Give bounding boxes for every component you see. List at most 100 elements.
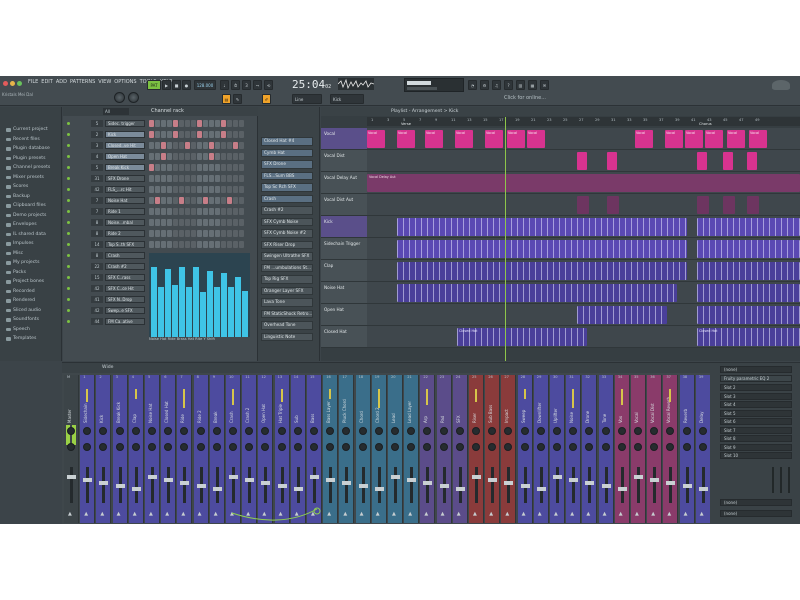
draw-tool-icon[interactable]: ✎ xyxy=(233,94,242,104)
stereo-knob[interactable] xyxy=(455,443,464,451)
output-select-1[interactable]: (none) xyxy=(720,499,792,506)
browser-item[interactable]: Soundfonts xyxy=(0,315,61,325)
step-button[interactable] xyxy=(161,131,166,138)
track-lane[interactable] xyxy=(367,216,800,238)
fader-cap[interactable] xyxy=(342,481,352,485)
channel-row[interactable]: 42 FLS_...rc Hit xyxy=(63,185,258,195)
step-button[interactable] xyxy=(239,186,244,193)
volume-fader[interactable] xyxy=(183,467,187,503)
channel-mixer-track[interactable]: 5 xyxy=(91,120,103,127)
step-button[interactable] xyxy=(197,230,202,237)
step-button[interactable] xyxy=(149,120,154,127)
browser-item[interactable]: Plugin presets xyxy=(0,154,61,164)
step-button[interactable] xyxy=(167,230,172,237)
mixer-track-name[interactable]: Master xyxy=(67,393,76,423)
fader-cap[interactable] xyxy=(148,475,157,479)
mixer-strip[interactable]: 28 Sweep ▲ xyxy=(517,375,533,523)
picker-item[interactable]: SFX Cymb Noise xyxy=(261,217,313,226)
track-lane[interactable] xyxy=(367,282,800,304)
paint-tool-icon[interactable]: ✐ xyxy=(262,94,271,104)
channel-name-button[interactable]: Noise Hat xyxy=(105,197,145,204)
track-header[interactable]: Vocal Dist Aut xyxy=(321,194,367,216)
pattern-clip[interactable] xyxy=(697,240,800,258)
stereo-knob[interactable] xyxy=(374,443,383,451)
channel-mixer-track[interactable]: 22 xyxy=(91,263,103,270)
step-button[interactable] xyxy=(227,153,232,160)
playhead[interactable] xyxy=(505,117,506,361)
route-arrow-icon[interactable]: ▲ xyxy=(408,511,412,517)
mixer-track-name[interactable]: Delay xyxy=(699,393,708,423)
step-button[interactable] xyxy=(197,164,202,171)
channel-name-button[interactable]: Swep..e SFX xyxy=(105,307,145,314)
picker-item[interactable]: Lava Tone xyxy=(261,298,313,307)
pan-knob[interactable] xyxy=(634,427,642,435)
mixer-strip[interactable]: 6 Closed Hat ▲ xyxy=(161,375,177,523)
menu-item-add[interactable]: ADD xyxy=(56,79,67,87)
step-button[interactable] xyxy=(185,230,190,237)
picker-item[interactable]: Linguistic Note xyxy=(261,332,313,341)
step-button[interactable] xyxy=(197,153,202,160)
pan-knob[interactable] xyxy=(115,427,124,435)
route-arrow-icon[interactable]: ▲ xyxy=(651,511,655,517)
volume-fader[interactable] xyxy=(377,467,381,503)
pattern-clip[interactable] xyxy=(697,284,800,302)
route-arrow-icon[interactable]: ▲ xyxy=(133,511,137,517)
step-button[interactable] xyxy=(167,153,172,160)
step-button[interactable] xyxy=(161,219,166,226)
channel-mute-led[interactable] xyxy=(67,199,70,202)
channel-mixer-track[interactable]: 15 xyxy=(91,274,103,281)
mixer-strip[interactable]: 5 Noise Hat ▲ xyxy=(145,375,160,523)
step-button[interactable] xyxy=(227,131,232,138)
mixer-track-name[interactable]: Vocal Dist xyxy=(650,393,659,423)
step-button[interactable] xyxy=(185,197,190,204)
mixer-strip[interactable]: 7 Ride ▲ xyxy=(177,375,193,523)
stereo-knob[interactable] xyxy=(229,443,237,451)
effect-slot[interactable]: Slot 10 xyxy=(720,452,792,459)
channel-mixer-track[interactable]: 8 xyxy=(91,219,103,226)
browser-item[interactable]: Scores xyxy=(0,182,61,192)
route-arrow-icon[interactable]: ▲ xyxy=(473,511,477,517)
browser-item[interactable]: Packs xyxy=(0,268,61,278)
pan-knob[interactable] xyxy=(391,427,399,435)
mixer-strip[interactable]: 9 Break ▲ xyxy=(209,375,225,523)
route-arrow-icon[interactable]: ▲ xyxy=(505,511,509,517)
step-button[interactable] xyxy=(215,120,220,127)
stereo-knob[interactable] xyxy=(569,443,578,451)
step-button[interactable] xyxy=(203,197,208,204)
step-button[interactable] xyxy=(227,208,232,215)
step-button[interactable] xyxy=(179,219,184,226)
step-button[interactable] xyxy=(227,197,232,204)
channel-mixer-track[interactable]: 7 xyxy=(91,197,103,204)
mixer-track-name[interactable]: Sub xyxy=(294,393,303,423)
volume-fader[interactable] xyxy=(426,467,430,503)
stereo-knob[interactable] xyxy=(488,443,497,451)
audio-clip[interactable]: Vocal xyxy=(527,130,545,148)
stereo-knob[interactable] xyxy=(326,443,335,451)
fader-cap[interactable] xyxy=(601,484,611,488)
channel-mute-led[interactable] xyxy=(67,320,70,323)
pan-knob[interactable] xyxy=(310,427,318,435)
channel-name-button[interactable]: FM Ca..ative xyxy=(105,318,145,325)
stereo-knob[interactable] xyxy=(212,443,221,451)
step-button[interactable] xyxy=(227,241,232,248)
step-button[interactable] xyxy=(233,131,238,138)
mixer-track-name[interactable]: Bass xyxy=(310,393,319,423)
channel-mixer-track[interactable]: 3 xyxy=(91,142,103,149)
step-button[interactable] xyxy=(161,153,166,160)
volume-fader[interactable] xyxy=(410,467,414,503)
picker-item[interactable]: Closed Hat #4 xyxy=(261,137,313,146)
help-icon[interactable]: ? xyxy=(504,80,513,90)
route-arrow-icon[interactable]: ▲ xyxy=(538,511,542,517)
channel-mixer-track[interactable]: 42 xyxy=(91,285,103,292)
stereo-knob[interactable] xyxy=(617,443,626,451)
volume-fader[interactable] xyxy=(345,467,349,503)
step-button[interactable] xyxy=(167,142,172,149)
step-button[interactable] xyxy=(239,164,244,171)
volume-fader[interactable] xyxy=(491,467,495,503)
blend-icon[interactable]: ⤳ xyxy=(253,80,262,90)
volume-fader[interactable] xyxy=(264,467,268,503)
browser-item[interactable]: Impulses xyxy=(0,239,61,249)
step-button[interactable] xyxy=(191,219,196,226)
menu-item-patterns[interactable]: PATTERNS xyxy=(70,79,95,87)
stereo-knob[interactable] xyxy=(634,443,642,451)
